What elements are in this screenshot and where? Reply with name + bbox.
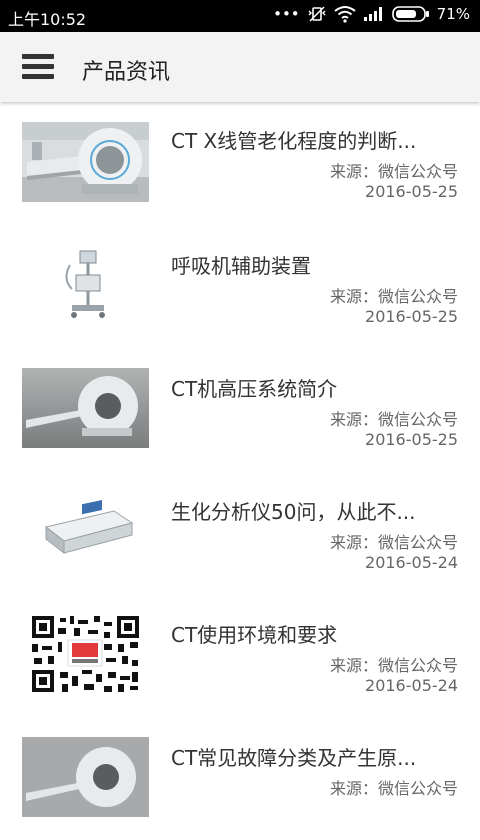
- list-item[interactable]: 生化分析仪50问，从此不... 来源：微信公众号 2016-05-24: [0, 471, 480, 594]
- ct-scanner-room-thumbnail: [22, 122, 149, 202]
- signal-icon: [363, 7, 382, 21]
- article-title: CT使用环境和要求: [171, 623, 338, 647]
- article-date: 2016-05-24: [365, 553, 458, 572]
- status-icons: ••• 71%: [273, 5, 470, 23]
- article-source: 来源：微信公众号: [329, 533, 458, 552]
- article-title: CT X线管老化程度的判断...: [171, 129, 417, 153]
- biochemical-analyzer-thumbnail: [22, 491, 149, 571]
- article-title: 呼吸机辅助装置: [171, 254, 311, 278]
- article-source: 来源：微信公众号: [329, 162, 458, 181]
- list-item[interactable]: CT使用环境和要求 来源：微信公众号 2016-05-24: [0, 594, 480, 717]
- wifi-icon: [334, 6, 356, 23]
- more-dots-icon: •••: [273, 5, 300, 23]
- ct-scanner-thumbnail: [22, 368, 149, 448]
- ct-scanner-thumbnail: [22, 737, 149, 817]
- list-item[interactable]: 呼吸机辅助装置 来源：微信公众号 2016-05-25: [0, 225, 480, 348]
- battery-icon: [391, 6, 429, 22]
- list-item[interactable]: CT X线管老化程度的判断... 来源：微信公众号 2016-05-25: [0, 102, 480, 225]
- hamburger-menu-icon[interactable]: [22, 54, 54, 80]
- app-bar: 产品资讯: [0, 32, 480, 102]
- vibrate-icon: [308, 6, 326, 22]
- qr-code-thumbnail: [22, 614, 149, 694]
- article-date: 2016-05-25: [365, 307, 458, 326]
- article-title: 生化分析仪50问，从此不...: [171, 500, 416, 524]
- article-date: 2016-05-25: [365, 430, 458, 449]
- status-bar: 上午10:52 ••• 71%: [0, 0, 480, 32]
- ventilator-thumbnail: [22, 245, 149, 325]
- article-source: 来源：微信公众号: [329, 779, 458, 798]
- article-date: 2016-05-25: [365, 182, 458, 201]
- article-source: 来源：微信公众号: [329, 656, 458, 675]
- article-source: 来源：微信公众号: [329, 287, 458, 306]
- page-title: 产品资讯: [82, 60, 171, 85]
- list-item[interactable]: CT机高压系统简介 来源：微信公众号 2016-05-25: [0, 348, 480, 471]
- article-title: CT常见故障分类及产生原...: [171, 746, 417, 770]
- battery-percent: 71%: [436, 5, 470, 23]
- status-time: 上午10:52: [8, 10, 87, 29]
- article-date: 2016-05-24: [365, 676, 458, 695]
- list-item[interactable]: CT常见故障分类及产生原... 来源：微信公众号: [0, 717, 480, 840]
- article-title: CT机高压系统简介: [171, 377, 338, 401]
- article-source: 来源：微信公众号: [329, 410, 458, 429]
